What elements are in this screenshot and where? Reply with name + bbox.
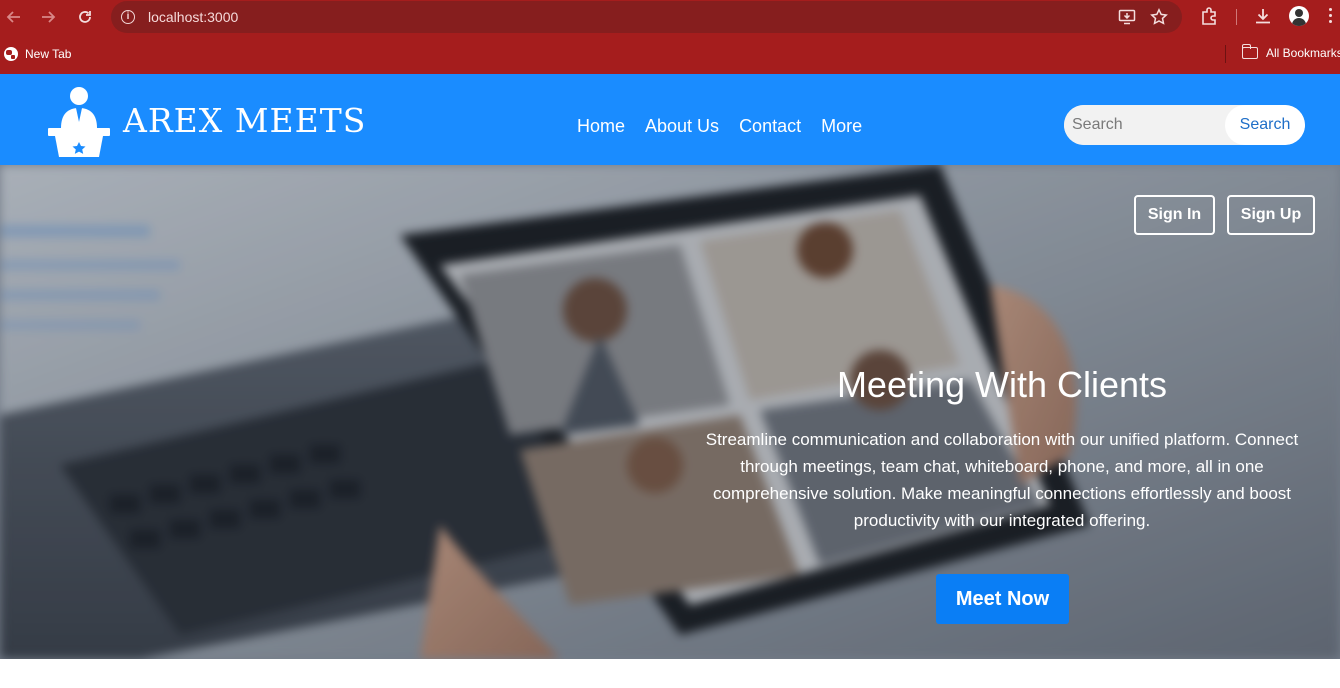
site-info-icon[interactable]: i <box>121 10 135 24</box>
back-icon[interactable] <box>3 6 25 28</box>
profile-avatar[interactable] <box>1289 6 1309 26</box>
folder-icon <box>1241 44 1258 59</box>
hero-description: Streamline communication and collaborati… <box>705 430 1299 530</box>
browser-toolbar: i localhost:3000 <box>0 0 1340 34</box>
site-header: AREX MEETS Home About Us Contact More Se… <box>0 74 1340 165</box>
brand-name[interactable]: AREX MEETS <box>123 102 366 140</box>
download-icon[interactable] <box>1253 6 1273 26</box>
globe-icon <box>4 47 18 61</box>
forward-icon[interactable] <box>37 6 59 28</box>
reload-icon[interactable] <box>74 6 96 28</box>
all-bookmarks-label: All Bookmarks <box>1266 46 1340 60</box>
extensions-icon[interactable] <box>1199 6 1219 26</box>
hero-overlay <box>0 165 1340 659</box>
bookmark-new-tab[interactable]: New Tab <box>4 46 71 62</box>
sign-up-button[interactable]: Sign Up <box>1227 195 1315 235</box>
nav-home-link[interactable]: Home <box>577 115 625 137</box>
sign-in-button[interactable]: Sign In <box>1134 195 1215 235</box>
search-button[interactable]: Search <box>1225 105 1305 145</box>
bookmark-star-icon[interactable] <box>1150 8 1168 26</box>
search-input[interactable] <box>1064 105 1225 145</box>
speaker-podium-icon[interactable] <box>48 86 110 157</box>
nav-about-link[interactable]: About Us <box>645 115 719 137</box>
toolbar-divider <box>1236 9 1237 25</box>
bookmarks-divider <box>1225 45 1226 63</box>
hero-section: Sign In Sign Up Meeting With Clients Str… <box>0 165 1340 659</box>
nav-more-link[interactable]: More <box>821 115 862 137</box>
meet-now-button[interactable]: Meet Now <box>936 574 1069 624</box>
bookmark-label: New Tab <box>25 47 72 61</box>
address-bar[interactable]: i localhost:3000 <box>111 1 1182 33</box>
all-bookmarks-button[interactable]: All Bookmarks <box>1241 44 1340 60</box>
main-nav: Home About Us Contact More <box>577 115 862 137</box>
address-bar-url[interactable]: localhost:3000 <box>148 9 238 25</box>
install-app-icon[interactable] <box>1118 8 1136 26</box>
search-form: Search <box>1064 105 1305 145</box>
browser-menu-icon[interactable] <box>1329 8 1333 26</box>
bookmarks-bar: New Tab All Bookmarks <box>0 34 1340 74</box>
nav-contact-link[interactable]: Contact <box>739 115 801 137</box>
hero-title: Meeting With Clients <box>836 364 1168 405</box>
